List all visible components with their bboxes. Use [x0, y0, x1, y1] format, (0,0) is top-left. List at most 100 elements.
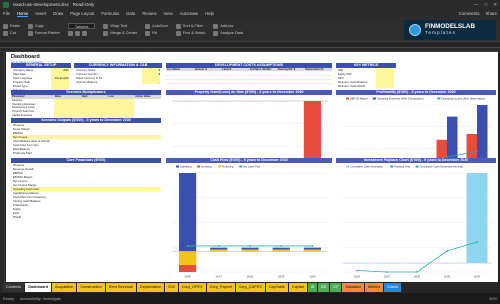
sheet-tab-cf[interactable]: CF [330, 283, 342, 292]
share-button[interactable]: Share [486, 11, 497, 16]
sheet-tab-corp-opex[interactable]: Corp_OPEX [178, 283, 206, 292]
clipboard-group-2: Copy Format Painter [27, 23, 60, 36]
cut-button[interactable]: Cut [3, 30, 20, 36]
font-select[interactable]: Tahoma [67, 23, 96, 29]
legend-label: Investing [201, 165, 212, 169]
legend-swatch [437, 97, 441, 100]
general-setup-rows: Company NameABC Company Ltd Start Date S… [11, 68, 71, 92]
development-costs-panel: DEVELOPMENT COSTS ASSUMPTIONS Cost Name … [166, 63, 332, 87]
merge-icon [103, 30, 109, 36]
sheet-tab-metrics[interactable]: Metrics [364, 283, 384, 292]
sheet-tab-is[interactable]: IS [307, 283, 318, 292]
tab-draw[interactable]: Draw [53, 11, 63, 16]
sheet-tab-check[interactable]: Check [384, 283, 401, 292]
x-tick-label: 2029 [278, 275, 285, 279]
key-metrics-panel: KEY METRICS IRR Equity IRR NPV Minimum C… [336, 63, 396, 91]
sheet-tabs-bar: Contents Dashboard Acquisition Construction… [0, 282, 500, 293]
chart-point [217, 245, 220, 247]
tab-data[interactable]: Data [126, 11, 135, 16]
sheet-tab-exit[interactable]: Exit [165, 283, 178, 292]
minimize-button[interactable]: — [474, 2, 479, 8]
chart-point [446, 250, 448, 252]
dev-cost-col-header: Full Spec. Months [248, 68, 277, 71]
chart-bar [466, 173, 488, 263]
analyze-data-button[interactable]: Analyze Data [213, 30, 243, 36]
legend-swatch [346, 165, 349, 168]
sheet-tab-bs[interactable]: BS [318, 283, 330, 292]
dev-cost-rows[interactable] [166, 72, 332, 84]
paste-icon [3, 23, 8, 29]
format-painter-button[interactable]: Format Painter [27, 30, 60, 36]
tab-insert[interactable]: Insert [35, 11, 46, 16]
currency-panel: CURRENCY INFORMATION & CAB Currency Name… [74, 63, 162, 87]
legend-swatch [390, 165, 394, 168]
chart-point [386, 271, 388, 273]
tab-help[interactable]: Help [205, 11, 214, 16]
chart-point [476, 241, 478, 243]
currency-row: Opening Balance - [76, 80, 160, 84]
sheet-tab-capital[interactable]: Capital [288, 283, 307, 292]
bold-icon[interactable] [67, 31, 73, 36]
tab-view[interactable]: View [163, 11, 172, 16]
investment-payback-chart: Cumulative Cash Generated Payback Year Cum… [342, 165, 492, 279]
brand-name: FINMODELSLAB [425, 23, 476, 31]
wrap-text-button[interactable]: Wrap Text [103, 23, 137, 29]
legend-swatch [176, 165, 179, 168]
sort-filter-button[interactable]: Sort & Filter [175, 23, 206, 29]
sheet-tab-corp-capex[interactable]: Corp_CAPEX [235, 283, 265, 292]
legend-label: Operating [180, 165, 192, 169]
x-tick-label: 2026 [354, 275, 361, 279]
chart-point [311, 245, 314, 247]
close-button[interactable]: ✕ [493, 2, 497, 8]
legend-label: Payback Year [394, 165, 410, 169]
italic-icon[interactable] [74, 31, 80, 36]
brush-icon [27, 30, 33, 36]
merge-center-button[interactable]: Merge & Center [103, 30, 137, 36]
paste-button[interactable]: Paste [3, 23, 20, 29]
alignment-group: Wrap Text Merge & Center [103, 23, 137, 36]
sheet-tab-valuation[interactable]: Valuation [342, 283, 364, 292]
file-name: nixed-use-development.xlsx [13, 2, 69, 7]
sheet-tab-construction[interactable]: Construction [77, 283, 105, 292]
legend-label: Net Cash Flow [243, 165, 260, 169]
font-group: Tahoma [67, 23, 96, 36]
sheet-tab-contents[interactable]: Contents [3, 283, 25, 292]
sheet-tab-depreciation[interactable]: Depreciation [137, 283, 165, 292]
maximize-button[interactable]: □ [485, 2, 488, 8]
tab-file[interactable]: File [3, 11, 10, 16]
legend-label: EBITDA Margin [350, 97, 368, 101]
autosum-button[interactable]: AutoSum [145, 23, 168, 29]
tab-home[interactable]: Home [16, 11, 29, 17]
tab-automate[interactable]: Automate [180, 11, 198, 16]
sheet-tab-dashboard[interactable]: Dashboard [25, 283, 52, 292]
status-bar: Ready Accessibility: Investigate 80% [0, 293, 500, 304]
general-setup-panel: GENERAL SETUP Company NameABC Company Lt… [11, 63, 71, 93]
sheet-tab-captable[interactable]: CapTable [265, 283, 288, 292]
x-tick-label: 2029 [444, 275, 451, 279]
read-only-label: Read-Only [72, 2, 95, 7]
legend-label: Operating Income (After Depreciation) [441, 97, 485, 101]
fill-button[interactable]: Fill [145, 30, 168, 36]
cut-icon [3, 30, 8, 36]
ribbon-tabs: File Home Insert Draw Page Layout Formul… [0, 9, 500, 18]
tab-review[interactable]: Review [142, 11, 156, 16]
comments-button[interactable]: Comments [459, 11, 480, 16]
tab-formulas[interactable]: Formulas [101, 11, 119, 16]
addins-button[interactable]: Add-ins [213, 23, 243, 29]
tab-page-layout[interactable]: Page Layout [70, 11, 94, 16]
sheet-tab-acquisition[interactable]: Acquisition [52, 283, 77, 292]
find-select-button[interactable]: Find & Select [175, 30, 205, 36]
legend-swatch [415, 165, 419, 168]
underline-icon[interactable] [81, 31, 87, 36]
addins-icon [213, 23, 219, 29]
sheet-tab-corp-payroll[interactable]: Corp_Payroll [206, 283, 235, 292]
zoom-level[interactable]: 80% [489, 297, 497, 301]
dev-cost-col-header: Opening Bal. $ [276, 68, 305, 71]
copy-button[interactable]: Copy [27, 23, 60, 29]
core-financial-row: DSCR [13, 215, 21, 219]
legend-label: Operating Expenses (After Depreciation) [377, 97, 424, 101]
core-financials-rows: Revenue Revenue Growth EBITDA EBITDA Margin… [11, 163, 161, 219]
sheet-tab-rent-revenue[interactable]: Rent Revenue [105, 283, 137, 292]
brand-logo: FINMODELSLAB Templates [404, 20, 496, 40]
accessibility-status[interactable]: Accessibility: Investigate [20, 297, 61, 301]
